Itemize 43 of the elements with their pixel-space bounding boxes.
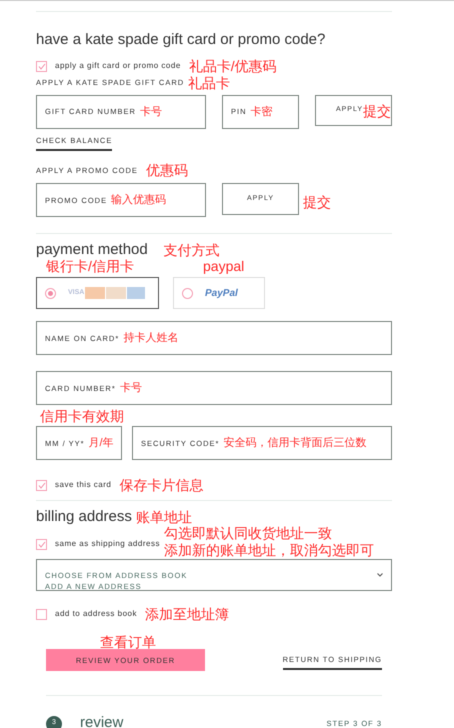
annotation: paypal [203,259,246,274]
section-title: payment method [36,242,148,258]
annotation: 持卡人姓名 [123,332,180,344]
payment-option[interactable]: PayPal [173,277,265,310]
checkmark-icon [38,482,46,489]
annotation: 提交 [363,104,391,118]
checkbox-label: same as shipping address [55,538,160,550]
checkbox[interactable] [36,538,47,550]
annotation: 勾选即默认同收货地址一致 [164,526,333,540]
annotation: 月/年 [88,438,115,449]
chevron-down-icon [377,573,383,578]
checkbox[interactable] [36,60,47,72]
annotation: 卡号 [140,106,163,118]
checkbox-label: save this card [55,479,112,492]
paypal-logo: PayPal [205,286,238,301]
annotation: 优惠码 [146,163,188,178]
annotation: 输入优惠码 [111,194,168,206]
card-logos-drawing [85,287,148,300]
annotation: 卡号 [120,382,143,394]
radio-button [182,288,193,299]
checkmark-icon [38,62,46,70]
annotation: 保存卡片信息 [119,478,204,492]
checkbox-label: apply a gift card or promo code [55,60,181,72]
annotation: 添加新的账单地址，取消勾选即可 [164,543,374,558]
annotation: 支付方式 [164,243,220,258]
annotation: 礼品卡/优惠码 [188,59,277,73]
annotation: 查看订单 [100,635,157,650]
annotation: 卡密 [250,106,274,118]
checkmark-icon [38,540,46,548]
annotation: 信用卡有效期 [40,409,125,424]
annotation: 安全码，信用卡背面后三位数 [223,438,368,449]
annotation: 账单地址 [136,510,192,524]
checkbox[interactable] [36,480,47,491]
annotation: 提交 [303,195,331,210]
annotation: 添加至地址簿 [145,607,229,622]
radio-button [45,288,56,299]
annotation: 礼品卡 [188,76,230,90]
checkbox[interactable] [36,608,47,620]
step-title: review [80,713,124,728]
section-title: billing address [36,509,132,524]
section-title: have a kate spade gift card or promo code? [36,32,326,47]
annotation: 银行卡/信用卡 [46,259,135,274]
checkbox-label: add to address book [55,608,137,620]
